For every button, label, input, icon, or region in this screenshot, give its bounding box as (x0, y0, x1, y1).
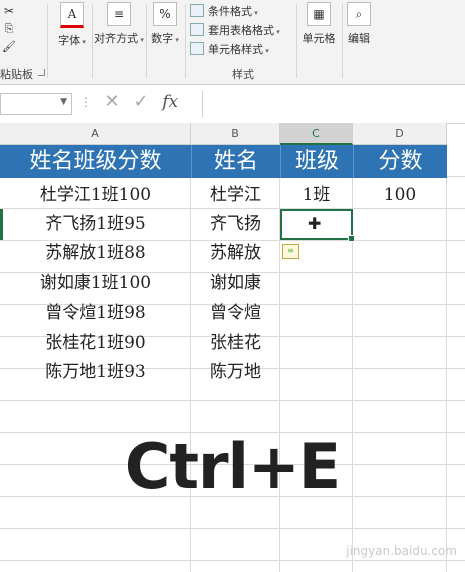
separator (342, 4, 343, 78)
cell-a3[interactable]: 齐飞扬1班95 (0, 209, 191, 240)
cell-a2[interactable]: 杜学江1班100 (0, 180, 191, 211)
ribbon: ✂ ⎘ 🖌 粘贴板 A 字体 ≡ 对齐方式 % 数字 条件格式 套用表格格式 单… (0, 0, 465, 85)
styles-group: 条件格式 套用表格格式 单元格样式 (190, 2, 280, 59)
formula-bar: ▼ ⋮ ✕ ✓ fx (0, 85, 465, 124)
shortcut-overlay-text: Ctrl+E (124, 430, 341, 503)
header-cell-b[interactable]: 姓名 (191, 145, 280, 178)
find-icon: ⌕ (347, 2, 371, 26)
header-cell-d[interactable]: 分数 (353, 145, 447, 178)
format-as-table-label: 套用表格格式 (208, 24, 280, 37)
separator (296, 4, 297, 78)
cancel-icon[interactable]: ✕ (100, 91, 124, 112)
formula-input[interactable] (202, 91, 465, 117)
formula-bar-buttons: ✕ ✓ fx (100, 91, 182, 117)
formula-bar-grip-icon: ⋮ (80, 95, 92, 109)
cells-icon: ▦ (307, 2, 331, 26)
cell-a6[interactable]: 曾令煊1班98 (0, 298, 191, 329)
cell-styles-label: 单元格样式 (208, 43, 269, 56)
font-button-label: 字体 (58, 34, 86, 47)
column-header-d[interactable]: D (353, 123, 447, 145)
copy-icon[interactable]: ⎘ (2, 20, 16, 38)
conditional-format-label: 条件格式 (208, 5, 258, 18)
number-button[interactable]: % 数字 (148, 2, 182, 46)
conditional-format-button[interactable]: 条件格式 (190, 2, 280, 21)
column-header-a[interactable]: A (0, 123, 191, 145)
column-header-c[interactable]: C (280, 123, 353, 145)
format-painter-icon[interactable]: 🖌 (2, 38, 16, 56)
clipboard-launcher-icon[interactable] (38, 69, 45, 76)
cursor-cross-icon: ✚ (308, 214, 322, 233)
insert-function-icon[interactable]: fx (158, 92, 182, 112)
cell-a4[interactable]: 苏解放1班88 (0, 238, 191, 269)
cell-b5[interactable]: 谢如康 (191, 268, 280, 299)
editing-button-label: 编辑 (348, 32, 370, 45)
watermark: jingyan.baidu.com (346, 544, 457, 558)
clipboard-buttons[interactable]: ✂ ⎘ 🖌 (2, 2, 16, 56)
number-button-label: 数字 (151, 32, 179, 45)
header-cell-c[interactable]: 班级 (280, 145, 353, 178)
cell-a5[interactable]: 谢如康1班100 (0, 268, 191, 299)
enter-icon[interactable]: ✓ (129, 91, 153, 112)
table-format-icon (190, 23, 204, 36)
percent-icon: % (153, 2, 177, 26)
separator (146, 4, 147, 78)
separator (92, 4, 93, 78)
styles-group-label: 样式 (232, 68, 254, 81)
font-button[interactable]: A 字体 (54, 2, 90, 48)
flash-fill-options-icon[interactable]: ≡ (282, 244, 299, 259)
cell-styles-button[interactable]: 单元格样式 (190, 40, 280, 59)
column-header-b[interactable]: B (191, 123, 280, 145)
font-color-icon: A (60, 2, 84, 28)
cell-b8[interactable]: 陈万地 (191, 357, 280, 388)
chevron-down-icon[interactable]: ▼ (60, 97, 67, 107)
alignment-button[interactable]: ≡ 对齐方式 (94, 2, 144, 46)
cell-a7[interactable]: 张桂花1班90 (0, 328, 191, 359)
cell-d2[interactable]: 100 (353, 180, 447, 211)
separator (185, 4, 186, 78)
header-cell-a[interactable]: 姓名班级分数 (0, 145, 191, 178)
cell-b3[interactable]: 齐飞扬 (191, 209, 280, 240)
cell-styles-icon (190, 42, 204, 55)
clipboard-group-label: 粘贴板 (0, 68, 33, 81)
format-as-table-button[interactable]: 套用表格格式 (190, 21, 280, 40)
cells-button-label: 单元格 (302, 32, 336, 45)
alignment-button-label: 对齐方式 (94, 32, 144, 45)
cells-button[interactable]: ▦ 单元格 (298, 2, 340, 46)
cell-b2[interactable]: 杜学江 (191, 180, 280, 211)
cell-a8[interactable]: 陈万地1班93 (0, 357, 191, 388)
fill-handle[interactable] (348, 235, 355, 242)
cut-icon[interactable]: ✂ (2, 2, 16, 20)
editing-button[interactable]: ⌕ 编辑 (344, 2, 374, 46)
separator (47, 4, 48, 78)
conditional-format-icon (190, 4, 204, 17)
cell-b7[interactable]: 张桂花 (191, 328, 280, 359)
name-box[interactable]: ▼ (0, 93, 72, 115)
cell-b4[interactable]: 苏解放 (191, 238, 280, 269)
cell-b6[interactable]: 曾令煊 (191, 298, 280, 329)
cell-c2[interactable]: 1班 (280, 180, 353, 211)
align-icon: ≡ (107, 2, 131, 26)
